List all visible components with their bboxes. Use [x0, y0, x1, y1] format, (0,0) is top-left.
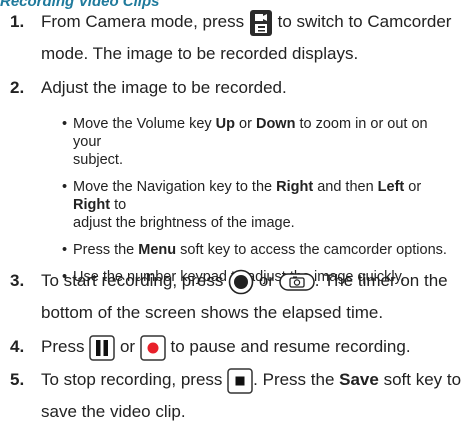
step-number: 3. [10, 271, 25, 290]
page: Recording Video Clips 1. From Camera mod… [0, 0, 461, 430]
camcorder-mode-icon [249, 9, 272, 36]
step-text: mode. The image to be recorded displays. [41, 44, 359, 63]
step-number: 4. [10, 337, 25, 356]
stop-icon [227, 367, 253, 394]
record-icon [140, 334, 166, 361]
step-number: 2. [10, 78, 25, 97]
step-number: 1. [10, 12, 25, 31]
camera-key-icon [278, 272, 315, 291]
pause-icon [89, 334, 115, 361]
step-number: 5. [10, 370, 25, 389]
list-item: Move the Navigation key to the Right and… [62, 178, 457, 232]
step-text: From Camera mode, press [41, 12, 245, 31]
step-text: to switch to Camcorder [277, 12, 452, 31]
list-item: Move the Volume key Up or Down to zoom i… [62, 115, 457, 169]
ok-key-icon [228, 269, 254, 294]
list-item: Press the Menu soft key to access the ca… [62, 241, 457, 259]
step-text: Adjust the image to be recorded. [41, 78, 287, 97]
